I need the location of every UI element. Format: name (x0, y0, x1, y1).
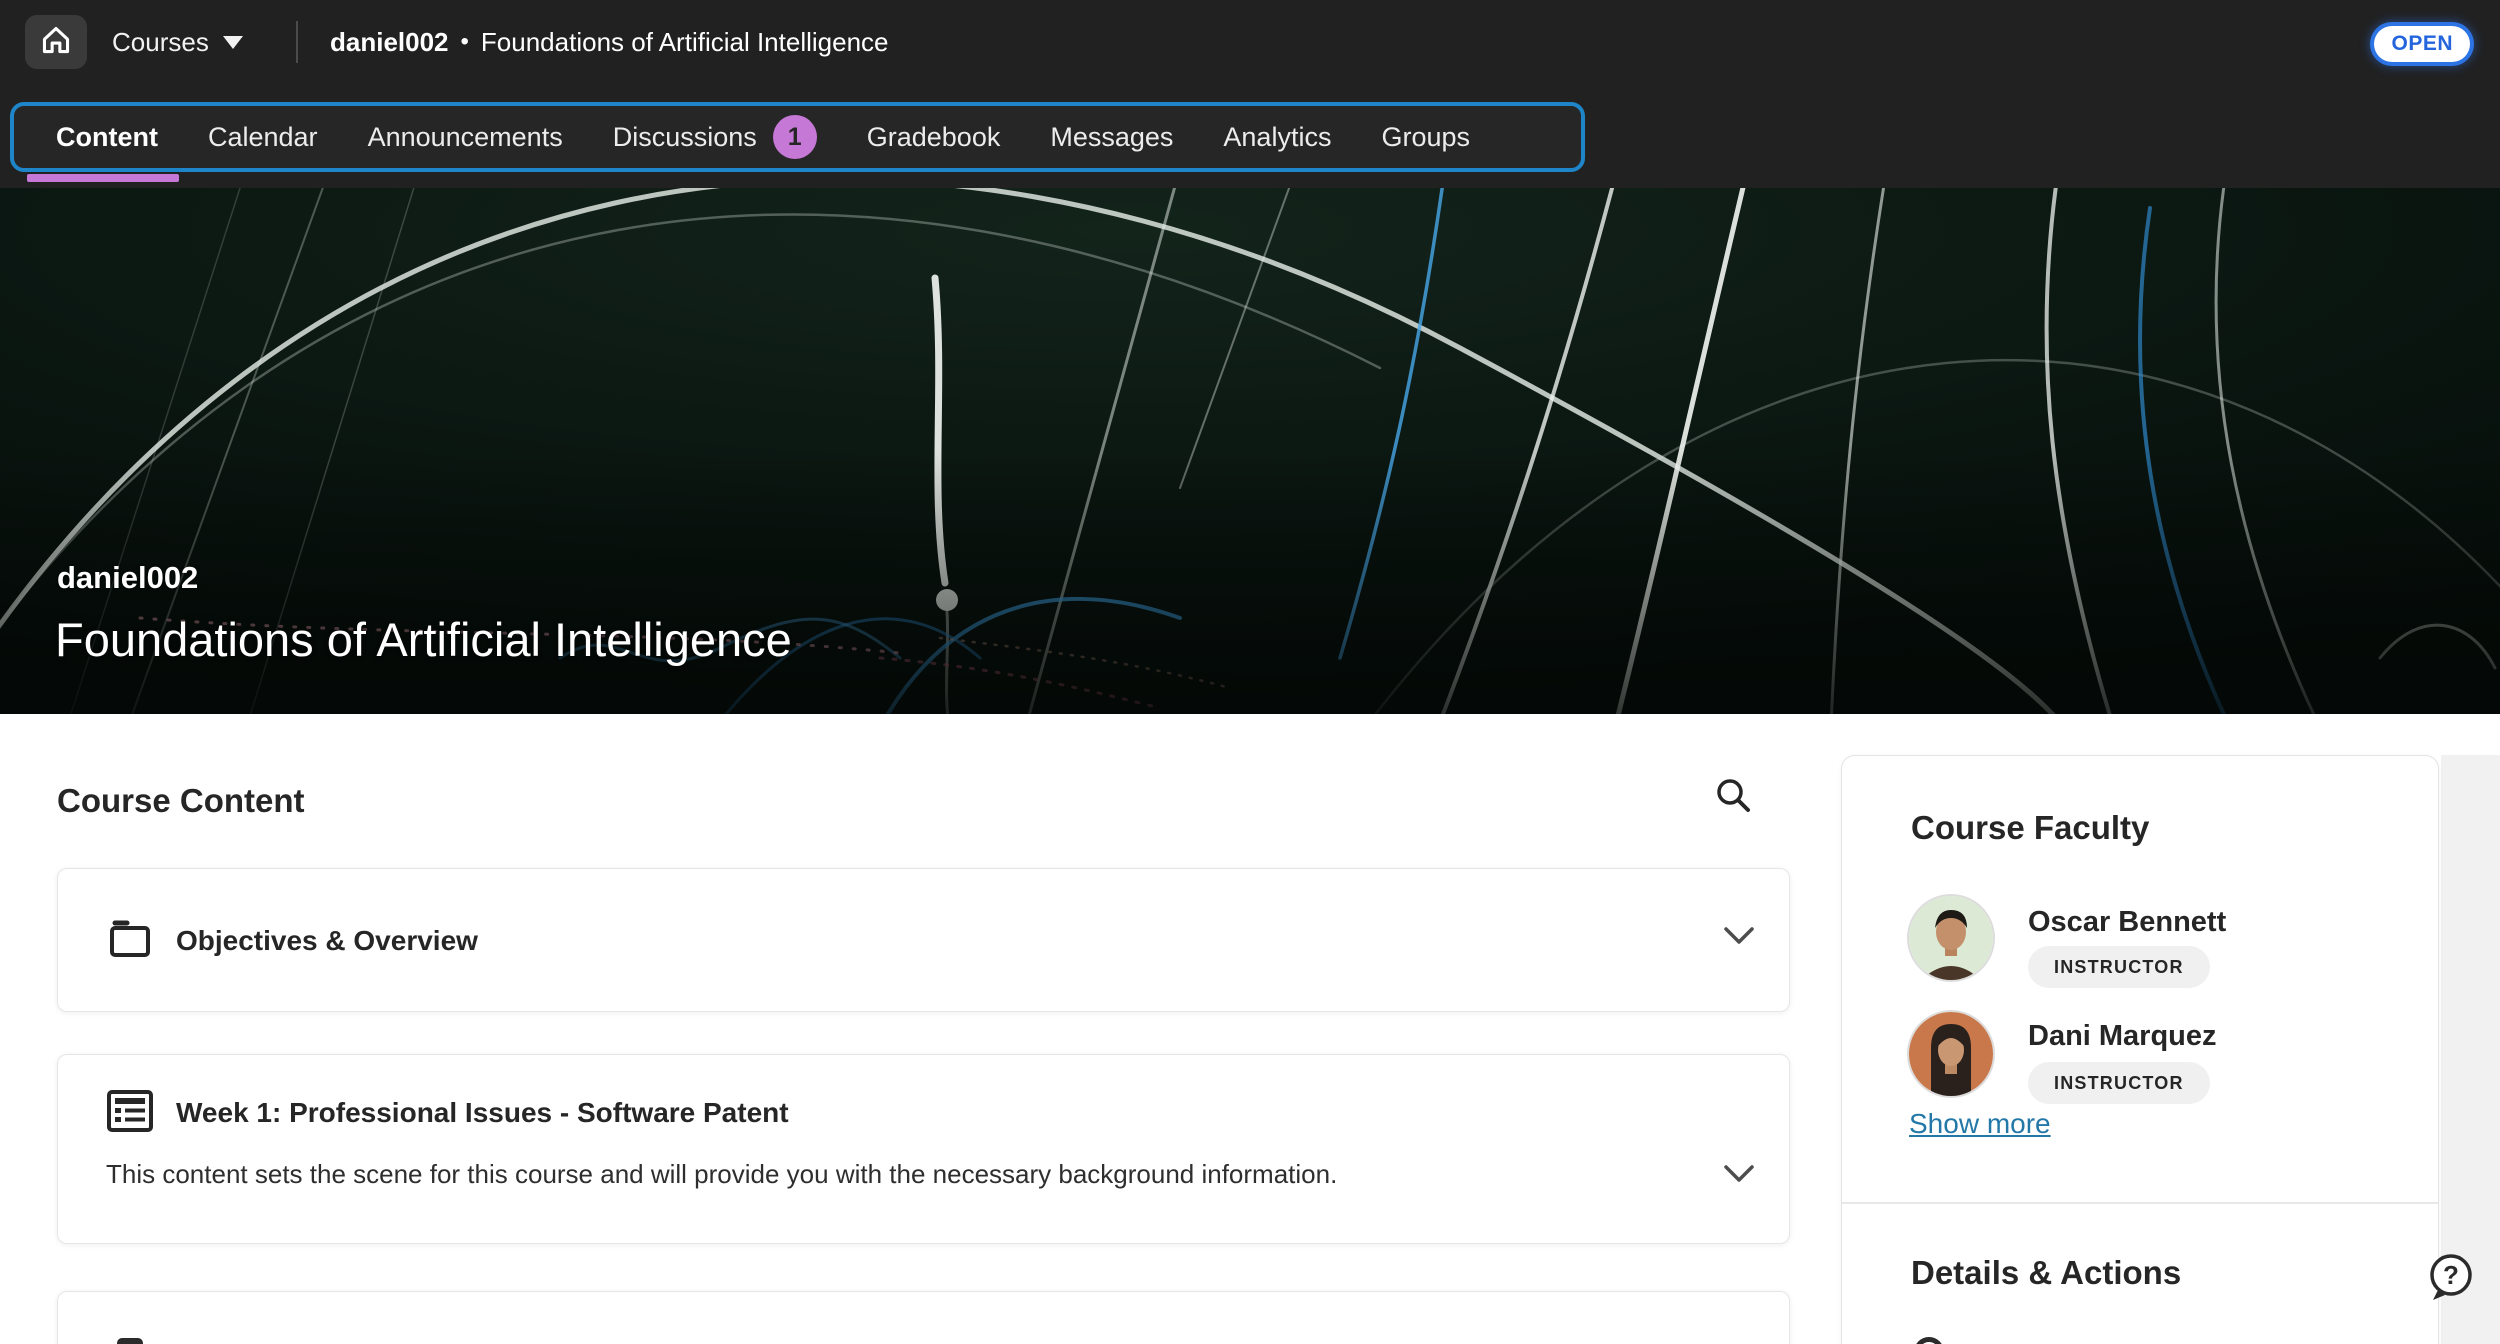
courses-menu-button[interactable]: Courses (112, 0, 243, 84)
chevron-down-icon (223, 36, 243, 49)
faculty-role-label: INSTRUCTOR (2054, 957, 2184, 978)
tab-content-label: Content (56, 122, 158, 153)
search-icon (1714, 776, 1754, 821)
help-button[interactable]: ? (2422, 1248, 2480, 1306)
breadcrumb-course-title: Foundations of Artificial Intelligence (481, 27, 889, 58)
right-rail-panel: Course Faculty Oscar Bennett INSTRUCTOR (1841, 755, 2439, 1344)
content-item-description: This content sets the scene for this cou… (106, 1159, 1337, 1190)
tab-analytics-label: Analytics (1223, 122, 1331, 153)
course-banner: daniel002 Foundations of Artificial Inte… (0, 188, 2500, 714)
faculty-member-name: Oscar Bennett (2028, 906, 2226, 939)
content-item-objectives-overview[interactable]: Objectives & Overview (57, 868, 1790, 1012)
blackboard-course-page: Courses daniel002 • Foundations of Artif… (0, 0, 2500, 1344)
partial-item-icon (117, 1338, 143, 1344)
course-faculty-heading: Course Faculty (1911, 809, 2149, 847)
active-tab-underline (27, 174, 179, 182)
breadcrumb-course-code: daniel002 (330, 27, 449, 58)
tab-discussions[interactable]: Discussions 1 (613, 115, 817, 159)
faculty-role-badge: INSTRUCTOR (2028, 946, 2210, 988)
top-header: Courses daniel002 • Foundations of Artif… (0, 0, 2500, 188)
faculty-member-name: Dani Marquez (2028, 1020, 2217, 1053)
tab-content[interactable]: Content (56, 122, 158, 153)
content-item-week1[interactable]: Week 1: Professional Issues - Software P… (57, 1054, 1790, 1244)
discussions-unread-badge: 1 (773, 115, 817, 159)
tab-calendar-label: Calendar (208, 122, 318, 153)
course-status-open-badge[interactable]: OPEN (2374, 26, 2470, 62)
expand-chevron-icon[interactable] (1723, 927, 1755, 950)
folder-icon (106, 915, 154, 968)
tab-discussions-label: Discussions (613, 122, 757, 153)
content-item-partial[interactable] (57, 1291, 1790, 1344)
course-tab-bar: Content Calendar Announcements Discussio… (10, 102, 1585, 172)
tab-messages[interactable]: Messages (1050, 122, 1173, 153)
faculty-role-badge: INSTRUCTOR (2028, 1062, 2210, 1104)
faculty-role-label: INSTRUCTOR (2054, 1073, 2184, 1094)
tab-calendar[interactable]: Calendar (208, 122, 318, 153)
search-button[interactable] (1708, 772, 1760, 824)
avatar-dani-marquez (1909, 1012, 1993, 1096)
details-actions-heading: Details & Actions (1911, 1254, 2181, 1292)
course-content-heading: Course Content (57, 782, 305, 820)
content-item-title: Objectives & Overview (176, 925, 478, 957)
topbar-divider (296, 21, 298, 63)
tab-announcements[interactable]: Announcements (368, 122, 563, 153)
content-item-title: Week 1: Professional Issues - Software P… (176, 1097, 789, 1129)
tab-gradebook[interactable]: Gradebook (867, 122, 1001, 153)
open-badge-label: OPEN (2391, 32, 2453, 56)
home-icon (36, 20, 76, 65)
banner-course-code: daniel002 (57, 560, 198, 596)
show-more-link[interactable]: Show more (1909, 1108, 2051, 1140)
breadcrumb-separator: • (461, 28, 469, 56)
partial-detail-icon (1914, 1337, 1944, 1344)
expand-chevron-icon[interactable] (1723, 1165, 1755, 1188)
tab-analytics[interactable]: Analytics (1223, 122, 1331, 153)
tab-groups[interactable]: Groups (1381, 122, 1470, 153)
svg-text:?: ? (2443, 1260, 2459, 1290)
home-button[interactable] (25, 15, 87, 69)
document-icon (106, 1087, 154, 1140)
banner-course-title: Foundations of Artificial Intelligence (55, 612, 792, 667)
courses-label: Courses (112, 27, 209, 58)
tab-announcements-label: Announcements (368, 122, 563, 153)
avatar-oscar-bennett (1909, 896, 1993, 980)
help-question-icon: ? (2422, 1293, 2480, 1310)
breadcrumb: daniel002 • Foundations of Artificial In… (330, 0, 889, 84)
rail-divider (1842, 1202, 2438, 1204)
tab-gradebook-label: Gradebook (867, 122, 1001, 153)
tab-groups-label: Groups (1381, 122, 1470, 153)
tab-messages-label: Messages (1050, 122, 1173, 153)
